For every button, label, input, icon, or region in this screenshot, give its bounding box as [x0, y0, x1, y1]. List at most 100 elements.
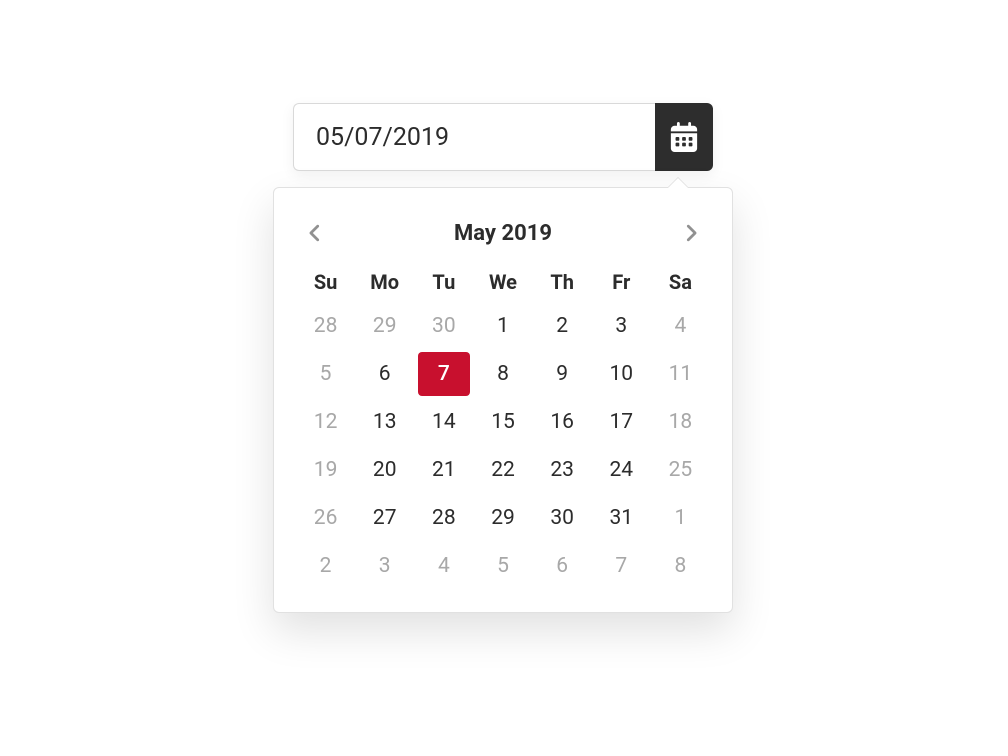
calendar-day[interactable]: 5 [473, 542, 532, 590]
calendar-day-number: 8 [675, 554, 687, 578]
calendar-day[interactable]: 21 [414, 446, 473, 494]
calendar-popover: May 2019 SuMoTuWeThFrSa 2829301234567891… [273, 187, 733, 613]
calendar-day-number: 28 [432, 506, 456, 530]
calendar-week-row: 28 29 30 1234 [296, 302, 710, 350]
calendar-day[interactable]: 9 [533, 350, 592, 398]
calendar-day[interactable]: 31 [592, 494, 651, 542]
day-of-week-label: Mo [355, 270, 414, 294]
calendar-day[interactable]: 18 [651, 398, 710, 446]
calendar-week-row: 5 6 7 8 9 10 11 [296, 350, 710, 398]
calendar-day-number: 30 [432, 314, 456, 338]
calendar-day[interactable]: 1 [473, 302, 532, 350]
calendar-day-number: 30 [550, 506, 574, 530]
calendar-day[interactable]: 14 [414, 398, 473, 446]
calendar-day[interactable]: 8 [473, 350, 532, 398]
calendar-day-number: 16 [550, 410, 574, 434]
calendar-day-number: 14 [432, 410, 456, 434]
calendar-day[interactable]: 16 [533, 398, 592, 446]
calendar-day-number: 26 [314, 506, 338, 530]
calendar-grid: 2829301234567891011121314151617181920212… [296, 302, 710, 590]
calendar-day[interactable]: 5 [296, 350, 355, 398]
calendar-day-number: 15 [491, 410, 515, 434]
calendar-day-number: 23 [550, 458, 574, 482]
calendar-day[interactable]: 23 [533, 446, 592, 494]
calendar-day-number: 7 [438, 362, 450, 386]
calendar-day-number: 5 [497, 554, 509, 578]
calendar-icon [669, 122, 699, 152]
calendar-day-number: 4 [438, 554, 450, 578]
calendar-day[interactable]: 20 [355, 446, 414, 494]
calendar-day-number: 9 [556, 362, 568, 386]
calendar-day[interactable]: 17 [592, 398, 651, 446]
calendar-day[interactable]: 10 [592, 350, 651, 398]
calendar-week-row: 12 13 14 15 16 17 18 [296, 398, 710, 446]
chevron-right-icon [682, 222, 700, 244]
calendar-day[interactable]: 28 [414, 494, 473, 542]
calendar-day[interactable]: 26 [296, 494, 355, 542]
calendar-day[interactable]: 29 [355, 302, 414, 350]
calendar-day-number: 22 [491, 458, 515, 482]
calendar-day-number: 3 [379, 554, 391, 578]
calendar-day-number: 8 [497, 362, 509, 386]
prev-month-button[interactable] [300, 216, 330, 250]
calendar-day-number: 5 [320, 362, 332, 386]
date-input[interactable] [293, 103, 655, 171]
date-input-group [293, 103, 713, 171]
calendar-day[interactable]: 30 [414, 302, 473, 350]
calendar-day[interactable]: 4 [651, 302, 710, 350]
calendar-day[interactable]: 11 [651, 350, 710, 398]
calendar-day[interactable]: 6 [355, 350, 414, 398]
day-of-week-label: Tu [414, 270, 473, 294]
calendar-day-number: 27 [373, 506, 397, 530]
datepicker: May 2019 SuMoTuWeThFrSa 2829301234567891… [293, 103, 713, 171]
calendar-day-number: 31 [609, 506, 633, 530]
calendar-day-number: 2 [556, 314, 568, 338]
calendar-day[interactable]: 1 [651, 494, 710, 542]
calendar-day-number: 13 [373, 410, 397, 434]
calendar-day-number: 29 [491, 506, 515, 530]
calendar-week-row: 2 3 4 567 8 [296, 542, 710, 590]
day-of-week-label: Fr [592, 270, 651, 294]
calendar-header: May 2019 [296, 208, 710, 264]
calendar-day[interactable]: 2 [533, 302, 592, 350]
next-month-button[interactable] [676, 216, 706, 250]
calendar-day-number: 4 [675, 314, 687, 338]
calendar-day[interactable]: 12 [296, 398, 355, 446]
calendar-day[interactable]: 27 [355, 494, 414, 542]
calendar-day[interactable]: 7 [592, 542, 651, 590]
calendar-day-number: 6 [379, 362, 391, 386]
calendar-day-number: 28 [314, 314, 338, 338]
calendar-day[interactable]: 25 [651, 446, 710, 494]
calendar-day-number: 18 [669, 410, 693, 434]
calendar-day[interactable]: 7 [414, 350, 473, 398]
calendar-day-number: 12 [314, 410, 338, 434]
calendar-day-number: 7 [615, 554, 627, 578]
calendar-day-number: 2 [320, 554, 332, 578]
calendar-day-number: 20 [373, 458, 397, 482]
calendar-day[interactable]: 3 [355, 542, 414, 590]
calendar-day[interactable]: 3 [592, 302, 651, 350]
calendar-week-row: 19 20 21 22 23 24 25 [296, 446, 710, 494]
calendar-day-number: 10 [609, 362, 633, 386]
calendar-day[interactable]: 29 [473, 494, 532, 542]
calendar-day[interactable]: 28 [296, 302, 355, 350]
calendar-day[interactable]: 19 [296, 446, 355, 494]
calendar-day[interactable]: 15 [473, 398, 532, 446]
calendar-day-number: 1 [675, 506, 687, 530]
calendar-day[interactable]: 6 [533, 542, 592, 590]
calendar-day[interactable]: 4 [414, 542, 473, 590]
calendar-day[interactable]: 13 [355, 398, 414, 446]
calendar-day[interactable]: 2 [296, 542, 355, 590]
calendar-day-number: 17 [609, 410, 633, 434]
calendar-day-number: 25 [669, 458, 693, 482]
calendar-day-number: 19 [314, 458, 338, 482]
day-of-week-label: Th [533, 270, 592, 294]
day-of-week-header: SuMoTuWeThFrSa [296, 264, 710, 302]
month-year-button[interactable]: May 2019 [454, 221, 552, 246]
calendar-toggle-button[interactable] [655, 103, 713, 171]
calendar-day[interactable]: 24 [592, 446, 651, 494]
calendar-day[interactable]: 22 [473, 446, 532, 494]
calendar-day[interactable]: 8 [651, 542, 710, 590]
calendar-day[interactable]: 30 [533, 494, 592, 542]
day-of-week-label: We [473, 270, 532, 294]
